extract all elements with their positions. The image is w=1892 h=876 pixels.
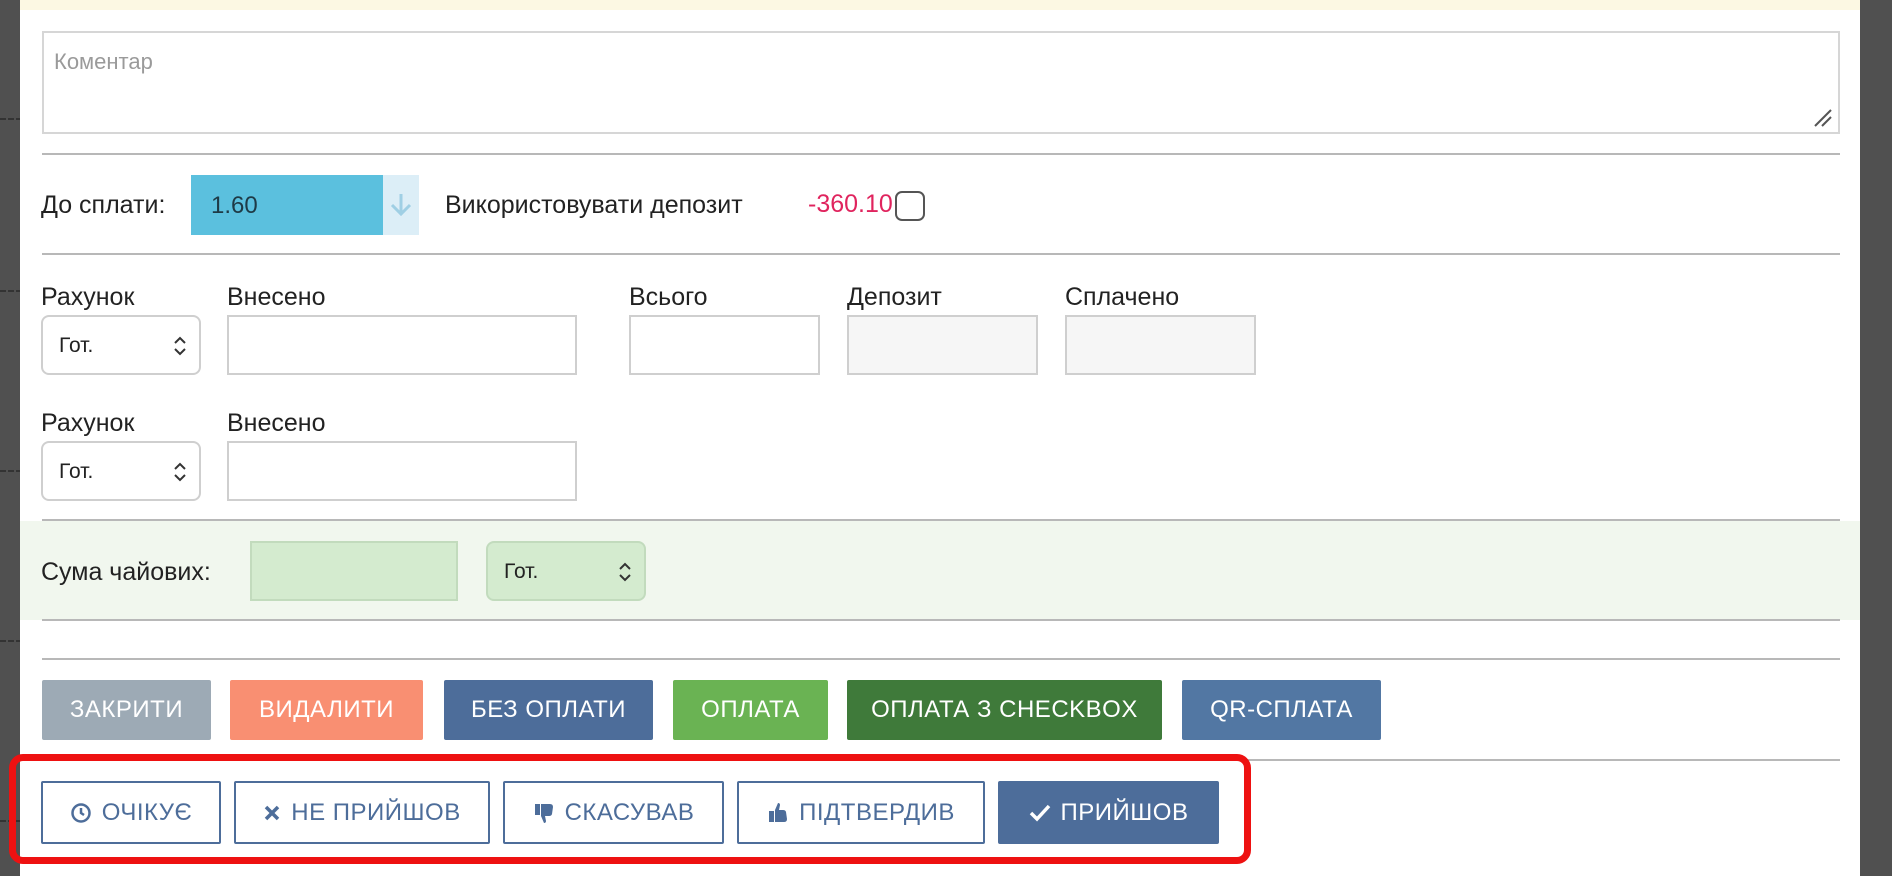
account-select[interactable]: Гот.: [41, 315, 201, 375]
status-confirmed-label: ПІДТВЕРДИВ: [799, 798, 955, 826]
tips-amount-input[interactable]: [250, 541, 458, 601]
delete-button[interactable]: ВИДАЛИТИ: [230, 680, 423, 740]
paid-in-label: Внесено: [227, 409, 326, 437]
amount-due-value: 1.60: [191, 175, 383, 235]
account-select-value: Гот.: [59, 460, 94, 483]
thumbs-up-icon: [769, 802, 788, 822]
paid-input: [1065, 315, 1256, 375]
tips-account-value: Гот.: [504, 560, 539, 583]
divider: [42, 253, 1840, 255]
paid-in-input[interactable]: [227, 315, 577, 375]
status-arrived-label: ПРИЙШОВ: [1060, 798, 1189, 826]
payment-dialog: До сплати: 1.60 Використовувати депозит …: [20, 0, 1860, 876]
deposit-label: Депозит: [847, 283, 942, 311]
account-select-value: Гот.: [59, 334, 94, 357]
paid-in-input[interactable]: [227, 441, 577, 501]
payment-button[interactable]: ОПЛАТА: [673, 680, 828, 740]
divider: [42, 619, 1840, 621]
clock-icon: [70, 802, 91, 823]
amount-due-label: До сплати:: [41, 191, 166, 219]
account-label: Рахунок: [41, 283, 135, 311]
arrow-down-icon[interactable]: [383, 175, 419, 235]
check-icon: [1029, 804, 1050, 822]
divider: [42, 658, 1840, 660]
account-label: Рахунок: [41, 409, 135, 437]
payment-checkbox-button[interactable]: ОПЛАТА З CHECKBOX: [847, 680, 1162, 740]
bg-divider: [0, 640, 22, 642]
tips-label: Сума чайових:: [41, 558, 211, 586]
close-icon: [265, 805, 280, 820]
status-no-show-button[interactable]: НЕ ПРИЙШОВ: [234, 781, 490, 844]
use-deposit-checkbox[interactable]: [895, 191, 925, 221]
divider: [42, 153, 1840, 155]
bg-divider: [0, 290, 22, 292]
deposit-balance: -360.10: [808, 190, 893, 218]
account-select[interactable]: Гот.: [41, 441, 201, 501]
paid-in-label: Внесено: [227, 283, 326, 311]
status-arrived-button[interactable]: ПРИЙШОВ: [998, 781, 1219, 844]
thumbs-down-icon: [534, 803, 553, 823]
status-no-show-label: НЕ ПРИЙШОВ: [291, 798, 461, 826]
bg-divider: [0, 118, 22, 120]
close-button[interactable]: ЗАКРИТИ: [42, 680, 211, 740]
select-chevron-icon: [174, 462, 186, 482]
status-waiting-button[interactable]: ОЧІКУЄ: [41, 781, 221, 844]
comment-textarea[interactable]: [42, 31, 1840, 134]
no-payment-button[interactable]: БЕЗ ОПЛАТИ: [444, 680, 653, 740]
bg-divider: [0, 470, 22, 472]
qr-payment-button[interactable]: QR-СПЛАТА: [1182, 680, 1381, 740]
status-confirmed-button[interactable]: ПІДТВЕРДИВ: [737, 781, 985, 844]
paid-label: Сплачено: [1065, 283, 1180, 311]
status-waiting-label: ОЧІКУЄ: [101, 798, 193, 826]
select-chevron-icon: [619, 562, 631, 582]
status-cancelled-button[interactable]: СКАСУВАВ: [503, 781, 724, 844]
resize-grip-icon[interactable]: [1811, 106, 1833, 128]
total-input[interactable]: [629, 315, 820, 375]
tips-account-select[interactable]: Гот.: [486, 541, 646, 601]
use-deposit-label: Використовувати депозит: [445, 191, 743, 219]
select-chevron-icon: [174, 336, 186, 356]
deposit-input: [847, 315, 1038, 375]
status-cancelled-label: СКАСУВАВ: [564, 798, 695, 826]
top-alert-strip: [20, 0, 1860, 10]
total-label: Всього: [629, 283, 708, 311]
